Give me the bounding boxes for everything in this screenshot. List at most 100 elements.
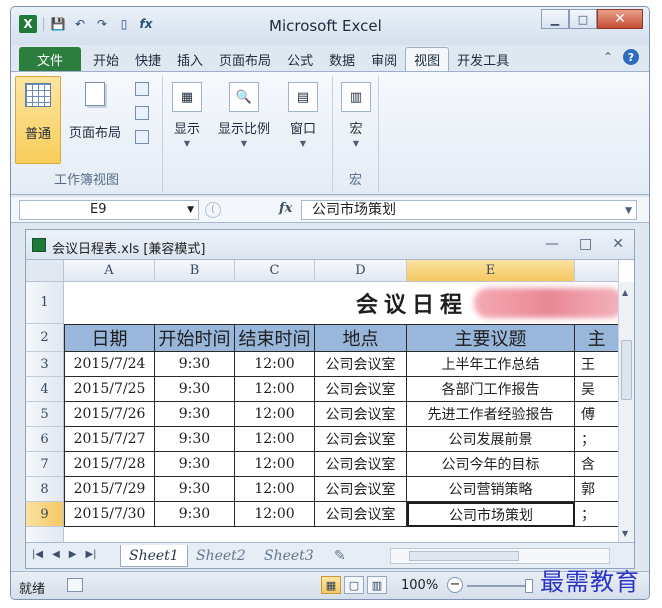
cell-start-time[interactable]: 9:30 — [155, 377, 235, 402]
row-header-7[interactable]: 7 — [26, 452, 64, 477]
formula-cancel-icon[interactable]: ( — [205, 202, 221, 218]
undo-icon[interactable]: ↶ — [72, 16, 88, 32]
insert-function-icon[interactable]: fx — [138, 16, 154, 32]
cell-date[interactable]: 2015/7/29 — [64, 477, 155, 502]
cell-end-time[interactable]: 12:00 — [235, 402, 315, 427]
insert-sheet-icon[interactable]: ✎ — [326, 545, 354, 567]
cell-topic[interactable]: 先进工作者经验报告 — [407, 402, 575, 427]
expand-formula-bar-icon[interactable]: ▼ — [625, 202, 632, 220]
redo-icon[interactable]: ↷ — [94, 16, 110, 32]
new-document-icon[interactable]: ▯ — [116, 16, 132, 32]
select-all-corner[interactable] — [26, 260, 64, 282]
cell-date[interactable]: 2015/7/28 — [64, 452, 155, 477]
horizontal-scroll-thumb[interactable] — [409, 551, 519, 561]
column-header-b[interactable]: B — [155, 260, 235, 282]
row-header-2[interactable]: 2 — [26, 324, 64, 352]
sheet-tab-sheet1[interactable]: Sheet1 — [120, 545, 188, 567]
cell-topic[interactable]: 公司发展前景 — [407, 427, 575, 452]
cell-start-time[interactable]: 9:30 — [155, 477, 235, 502]
first-sheet-icon[interactable]: |◀ — [32, 549, 43, 560]
tab-view[interactable]: 视图 — [405, 47, 450, 71]
row-header-3[interactable]: 3 — [26, 352, 64, 377]
scroll-up-icon[interactable]: ▲ — [622, 288, 628, 297]
vertical-scroll-thumb[interactable] — [621, 340, 632, 400]
zoom-slider[interactable] — [467, 585, 527, 587]
tab-file[interactable]: 文件 — [19, 47, 81, 71]
page-break-preview-icon[interactable] — [135, 82, 149, 96]
column-header-e[interactable]: E — [407, 260, 575, 282]
next-sheet-icon[interactable]: ▶ — [69, 549, 77, 560]
cell-host[interactable]: 吴 — [575, 377, 619, 402]
cell-end-time[interactable]: 12:00 — [235, 352, 315, 377]
page-layout-view-button[interactable]: 页面布局 — [63, 82, 127, 141]
cell-host[interactable]: 王 — [575, 352, 619, 377]
prev-sheet-icon[interactable]: ◀ — [52, 549, 60, 560]
cell-topic[interactable]: 公司市场策划 — [407, 502, 575, 527]
tab-home[interactable]: 开始 — [85, 47, 127, 71]
cell-topic[interactable]: 公司今年的目标 — [407, 452, 575, 477]
cell-host[interactable]: 郭 — [575, 477, 619, 502]
zoom-button[interactable]: 🔍 显示比例 ▼ — [211, 82, 277, 148]
cell-end-time[interactable]: 12:00 — [235, 377, 315, 402]
normal-view-button[interactable]: 普通 — [15, 76, 61, 164]
name-box-dropdown-icon[interactable]: ▼ — [187, 201, 194, 219]
tab-formulas[interactable]: 公式 — [279, 47, 321, 71]
header-cell-date[interactable]: 日期 — [64, 324, 155, 352]
macro-button[interactable]: ▥ 宏 ▼ — [339, 82, 373, 148]
cell-date[interactable]: 2015/7/27 — [64, 427, 155, 452]
cell-start-time[interactable]: 9:30 — [155, 502, 235, 527]
show-button[interactable]: ▦ 显示 ▼ — [167, 82, 207, 148]
cell-host[interactable]: 傅 — [575, 402, 619, 427]
collapse-ribbon-icon[interactable]: ⌃ — [603, 50, 613, 64]
save-icon[interactable]: 💾 — [50, 16, 66, 32]
zoom-level[interactable]: 100% — [401, 578, 438, 593]
cell-topic[interactable]: 各部门工作报告 — [407, 377, 575, 402]
excel-logo-icon[interactable]: X — [19, 15, 37, 33]
cell-date[interactable]: 2015/7/25 — [64, 377, 155, 402]
cell-start-time[interactable]: 9:30 — [155, 402, 235, 427]
cell-end-time[interactable]: 12:00 — [235, 427, 315, 452]
column-header-a[interactable]: A — [64, 260, 155, 282]
spreadsheet-grid[interactable]: A B C D E 1 2 3 4 5 6 7 8 9 会议日程 日期 开始时间结… — [26, 260, 634, 542]
column-header-c[interactable]: C — [235, 260, 315, 282]
cell-start-time[interactable]: 9:30 — [155, 452, 235, 477]
cell-date[interactable]: 2015/7/26 — [64, 402, 155, 427]
tab-quick[interactable]: 快捷 — [127, 47, 169, 71]
cell-host[interactable]: ； — [575, 427, 619, 452]
cell-location[interactable]: 公司会议室 — [315, 477, 407, 502]
minimize-button[interactable]: ▁ — [541, 9, 569, 29]
tab-developer[interactable]: 开发工具 — [449, 47, 517, 71]
cell-location[interactable]: 公司会议室 — [315, 352, 407, 377]
row-header-1[interactable]: 1 — [26, 282, 64, 324]
normal-view-shortcut-icon[interactable]: ▦ — [321, 576, 341, 594]
workbook-minimize-button[interactable]: — — [545, 236, 559, 252]
insert-function-button[interactable]: fx — [279, 201, 292, 216]
maximize-button[interactable]: □ — [569, 9, 597, 29]
page-layout-shortcut-icon[interactable]: ▢ — [344, 576, 364, 594]
header-cell-end-time[interactable]: 结束时间 — [235, 324, 315, 352]
formula-input[interactable]: 公司市场策划 ▼ — [301, 200, 637, 220]
full-screen-icon[interactable] — [135, 130, 149, 144]
tab-page-layout[interactable]: 页面布局 — [211, 47, 279, 71]
cell-topic[interactable]: 公司营销策略 — [407, 477, 575, 502]
row-header-5[interactable]: 5 — [26, 402, 64, 427]
sheet-title-cell[interactable]: 会议日程 — [356, 282, 468, 324]
window-button[interactable]: ▤ 窗口 ▼ — [281, 82, 325, 148]
help-icon[interactable]: ? — [623, 49, 639, 65]
column-header-d[interactable]: D — [315, 260, 407, 282]
cell-host[interactable]: ； — [575, 502, 619, 527]
header-cell-topic[interactable]: 主要议题 — [407, 324, 575, 352]
cell-location[interactable]: 公司会议室 — [315, 427, 407, 452]
cell-host[interactable]: 含 — [575, 452, 619, 477]
cell-location[interactable]: 公司会议室 — [315, 452, 407, 477]
custom-views-icon[interactable] — [135, 106, 149, 120]
header-cell-host[interactable]: 主 — [575, 324, 619, 352]
cell-location[interactable]: 公司会议室 — [315, 377, 407, 402]
cell-end-time[interactable]: 12:00 — [235, 477, 315, 502]
header-cell-location[interactable]: 地点 — [315, 324, 407, 352]
cell-location[interactable]: 公司会议室 — [315, 502, 407, 527]
tab-review[interactable]: 审阅 — [363, 47, 405, 71]
name-box[interactable]: E9 ▼ — [19, 200, 199, 220]
cell-topic[interactable]: 上半年工作总结 — [407, 352, 575, 377]
cell-date[interactable]: 2015/7/30 — [64, 502, 155, 527]
